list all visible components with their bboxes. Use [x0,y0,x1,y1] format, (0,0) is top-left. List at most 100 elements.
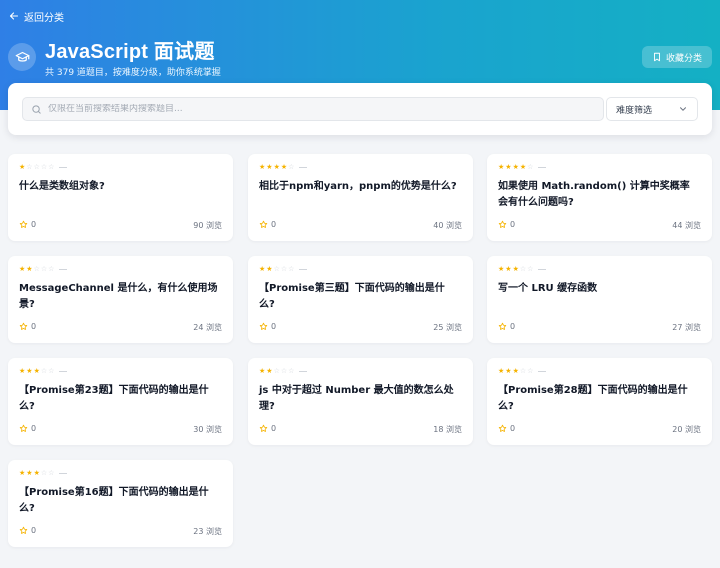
star-outline-icon [19,220,28,228]
favorite-count-value: 0 [31,424,37,433]
search-box [22,97,604,121]
star-icon: ☆ [273,265,280,273]
star-icon: ★ [498,163,505,171]
search-icon [32,104,41,114]
view-count: 30 浏览 [193,425,222,434]
rating-divider [538,167,547,168]
graduation-cap-icon [15,51,29,62]
bookmark-icon [654,52,660,62]
favorite-count[interactable]: 0 [498,424,515,433]
star-icon: ☆ [48,163,55,171]
question-card[interactable]: ★ ★ ★ ☆ ☆ 【Promise第23题】下面代码的输出是什么? 0 30 浏览 [8,358,233,445]
search-input[interactable] [48,104,588,114]
star-icon: ☆ [48,469,55,477]
favorite-count-value: 0 [31,220,37,229]
question-card[interactable]: ★ ★ ★ ☆ ☆ 【Promise第28题】下面代码的输出是什么? 0 20 浏览 [487,358,712,445]
favorite-count-value: 0 [271,220,277,229]
favorite-category-button[interactable]: 收藏分类 [642,46,712,68]
star-icon: ☆ [519,367,527,375]
page-title: JavaScript 面试题 [45,41,215,63]
star-outline-icon [498,220,507,228]
favorite-count[interactable]: 0 [19,322,36,331]
difficulty-rating: ★ ★ ★ ★ ☆ [259,163,308,171]
difficulty-rating: ★ ★ ☆ ☆ ☆ [259,265,308,273]
star-icon: ★ [259,265,266,273]
star-icon: ☆ [40,163,48,171]
star-outline-icon [19,526,28,534]
star-icon: ★ [33,469,40,477]
favorite-count-value: 0 [510,220,516,229]
question-title: 【Promise第三题】下面代码的输出是什么? [259,283,445,310]
view-count: 18 浏览 [433,425,462,434]
view-count: 40 浏览 [433,221,462,230]
rating-divider [299,371,308,372]
favorite-count-value: 0 [510,322,516,331]
rating-divider [538,371,547,372]
favorite-count[interactable]: 0 [19,526,36,535]
star-icon: ☆ [527,163,534,171]
question-grid: ★ ☆ ☆ ☆ ☆ 什么是类数组对象? 0 90 浏览 ★ ★ ★ ★ ☆ 相比于npm和yarn，pnp… [8,154,712,548]
star-icon: ☆ [26,163,33,171]
star-icon: ★ [498,265,505,273]
star-icon: ☆ [288,163,295,171]
question-card[interactable]: ★ ★ ★ ☆ ☆ 【Promise第16题】下面代码的输出是什么? 0 23 浏览 [8,460,233,547]
view-count: 25 浏览 [433,323,462,332]
back-to-categories-link[interactable]: 返回分类 [8,8,64,24]
rating-divider [59,167,68,168]
favorite-count[interactable]: 0 [498,220,515,229]
question-title: js 中对于超过 Number 最大值的数怎么处理? [259,385,454,412]
difficulty-rating: ★ ★ ★ ★ ☆ [498,163,547,171]
view-count: 44 浏览 [672,221,701,230]
rating-divider [59,473,68,474]
favorite-count-value: 0 [31,526,37,535]
arrow-left-icon [9,12,19,20]
difficulty-rating: ★ ★ ★ ☆ ☆ [498,367,547,375]
star-icon: ★ [498,367,505,375]
rating-divider [59,371,68,372]
page-subtitle: 共 379 道题目，按难度分级，助你系统掌握 [45,68,221,78]
difficulty-filter-select[interactable]: 难度筛选 [606,97,698,121]
star-outline-icon [259,322,268,330]
difficulty-rating: ★ ☆ ☆ ☆ ☆ [19,163,68,171]
star-icon: ☆ [280,265,288,273]
star-icon: ☆ [48,265,55,273]
favorite-count[interactable]: 0 [19,424,36,433]
question-card[interactable]: ★ ★ ☆ ☆ ☆ MessageChannel 是什么，有什么使用场景? 0 24 浏览 [8,256,233,343]
favorite-count-value: 0 [271,322,277,331]
favorite-label: 收藏分类 [665,53,702,64]
star-icon: ★ [266,163,273,171]
star-icon: ☆ [40,469,48,477]
question-card[interactable]: ★ ★ ☆ ☆ ☆ 【Promise第三题】下面代码的输出是什么? 0 25 浏览 [248,256,473,343]
question-title: 如果使用 Math.random() 计算中奖概率会有什么问题吗? [498,181,690,208]
star-icon: ☆ [288,265,295,273]
star-icon: ★ [512,367,519,375]
favorite-count[interactable]: 0 [19,220,36,229]
star-icon: ☆ [280,367,288,375]
question-card[interactable]: ★ ★ ★ ☆ ☆ 写一个 LRU 缓存函数 0 27 浏览 [487,256,712,343]
star-icon: ☆ [288,367,295,375]
star-icon: ★ [19,163,26,171]
favorite-count[interactable]: 0 [498,322,515,331]
star-outline-icon [498,424,507,432]
question-card[interactable]: ★ ★ ★ ★ ☆ 如果使用 Math.random() 计算中奖概率会有什么问题吗? 0 4… [487,154,712,241]
question-card[interactable]: ★ ★ ☆ ☆ ☆ js 中对于超过 Number 最大值的数怎么处理? 0 18 浏览 [248,358,473,445]
star-outline-icon [19,424,28,432]
favorite-count[interactable]: 0 [259,322,276,331]
favorite-count[interactable]: 0 [259,220,276,229]
difficulty-filter-label: 难度筛选 [616,105,653,116]
difficulty-rating: ★ ★ ★ ☆ ☆ [19,469,68,477]
view-count: 90 浏览 [193,221,222,230]
star-icon: ☆ [33,163,40,171]
rating-divider [299,167,308,168]
star-outline-icon [498,322,507,330]
view-count: 27 浏览 [672,323,701,332]
question-card[interactable]: ★ ★ ★ ★ ☆ 相比于npm和yarn，pnpm的优势是什么? 0 40 浏览 [248,154,473,241]
question-title: 什么是类数组对象? [19,181,105,192]
question-card[interactable]: ★ ☆ ☆ ☆ ☆ 什么是类数组对象? 0 90 浏览 [8,154,233,241]
difficulty-rating: ★ ★ ★ ☆ ☆ [498,265,547,273]
rating-divider [538,269,547,270]
favorite-count[interactable]: 0 [259,424,276,433]
question-title: 【Promise第16题】下面代码的输出是什么? [19,487,209,514]
star-icon: ★ [505,265,512,273]
difficulty-rating: ★ ★ ☆ ☆ ☆ [259,367,308,375]
